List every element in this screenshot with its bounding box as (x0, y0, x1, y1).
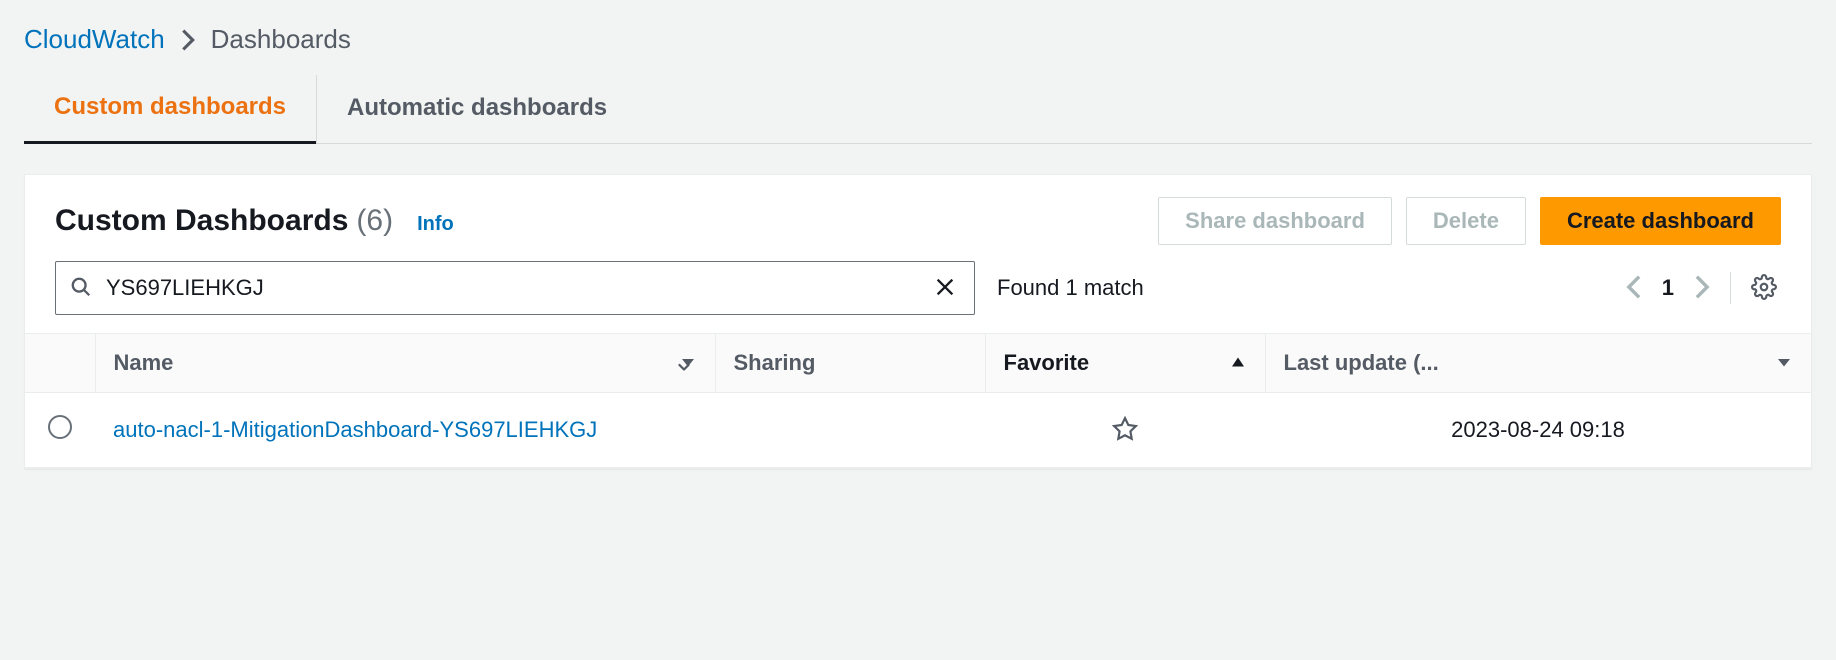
breadcrumb-current: Dashboards (211, 24, 351, 55)
page-number: 1 (1662, 275, 1674, 301)
column-last-update-label: Last update (... (1284, 350, 1439, 376)
search-icon (70, 276, 92, 301)
favorite-toggle[interactable] (1112, 416, 1138, 445)
clear-search-button[interactable] (930, 272, 960, 305)
panel-count: (6) (356, 204, 393, 238)
sort-favorite-button[interactable] (1229, 353, 1247, 374)
gear-icon (1751, 274, 1777, 303)
divider (1730, 272, 1731, 304)
tab-custom-dashboards[interactable]: Custom dashboards (24, 75, 316, 144)
share-dashboard-button[interactable]: Share dashboard (1158, 197, 1392, 245)
close-icon (934, 276, 956, 301)
sort-both-icon (1775, 353, 1793, 374)
dashboards-table: Name Sharing (25, 333, 1811, 468)
chevron-right-icon (1694, 275, 1710, 302)
delete-button[interactable]: Delete (1406, 197, 1526, 245)
row-sharing-cell (715, 393, 985, 468)
match-count-text: Found 1 match (997, 275, 1144, 301)
search-field-wrapper (55, 261, 975, 315)
dashboards-panel: Custom Dashboards (6) Info Share dashboa… (24, 174, 1812, 469)
search-input[interactable] (106, 275, 916, 301)
chevron-right-icon (181, 29, 195, 51)
panel-actions: Share dashboard Delete Create dashboard (1158, 197, 1781, 245)
sort-asc-icon (1229, 353, 1247, 374)
breadcrumb: CloudWatch Dashboards (24, 24, 1812, 55)
pagination: 1 (1622, 270, 1781, 307)
tab-automatic-dashboards[interactable]: Automatic dashboards (316, 75, 637, 143)
panel-title-row: Custom Dashboards (6) Info (55, 204, 454, 238)
next-page-button[interactable] (1690, 271, 1714, 306)
column-name[interactable]: Name (95, 334, 715, 393)
filter-row: Found 1 match 1 (25, 257, 1811, 333)
sort-name-button[interactable] (675, 353, 697, 374)
prev-page-button[interactable] (1622, 271, 1646, 306)
sort-both-icon (675, 353, 697, 374)
row-last-update-cell: 2023-08-24 09:18 (1265, 393, 1811, 468)
column-sharing-label: Sharing (734, 350, 816, 376)
column-favorite-label: Favorite (1004, 350, 1090, 376)
dashboard-name-link[interactable]: auto-nacl-1-MitigationDashboard-YS697LIE… (113, 417, 597, 442)
column-name-label: Name (114, 350, 174, 376)
info-link[interactable]: Info (417, 213, 454, 236)
table-settings-button[interactable] (1747, 270, 1781, 307)
column-favorite[interactable]: Favorite (985, 334, 1265, 393)
column-last-update[interactable]: Last update (... (1265, 334, 1811, 393)
chevron-left-icon (1626, 275, 1642, 302)
tabs: Custom dashboards Automatic dashboards (24, 75, 1812, 144)
create-dashboard-button[interactable]: Create dashboard (1540, 197, 1781, 245)
table-row: auto-nacl-1-MitigationDashboard-YS697LIE… (25, 393, 1811, 468)
panel-header: Custom Dashboards (6) Info Share dashboa… (25, 175, 1811, 257)
panel-title: Custom Dashboards (55, 204, 348, 238)
sort-last-update-button[interactable] (1775, 353, 1793, 374)
breadcrumb-root-link[interactable]: CloudWatch (24, 24, 165, 55)
row-select-radio[interactable] (48, 415, 72, 439)
column-sharing[interactable]: Sharing (715, 334, 985, 393)
column-select (25, 334, 95, 393)
star-outline-icon (1112, 416, 1138, 445)
